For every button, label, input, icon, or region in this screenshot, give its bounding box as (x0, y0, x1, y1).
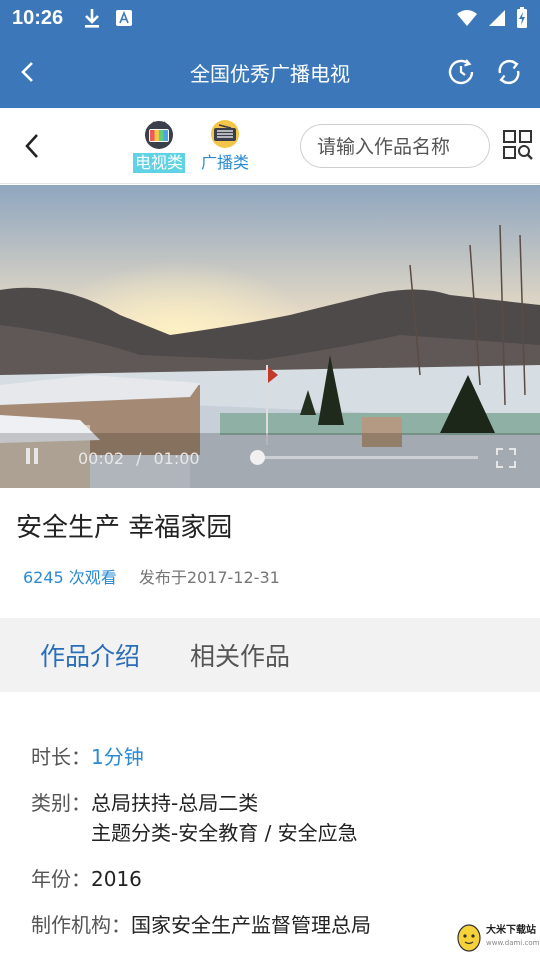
fullscreen-icon (496, 448, 516, 468)
history-button[interactable] (444, 55, 478, 89)
refresh-icon (498, 59, 520, 85)
tab-related-works[interactable]: 相关作品 (190, 637, 290, 673)
category-tv-label: 电视类 (132, 152, 185, 173)
status-time: 10:26 (12, 6, 64, 29)
detail-tabs: 作品介绍 相关作品 (0, 618, 540, 692)
video-controls: 00:02 / 01:00 (0, 428, 540, 488)
search-placeholder: 请输入作品名称 (317, 136, 451, 158)
grid-search-icon (503, 129, 533, 160)
watermark-main-text: 大米下载站 (486, 925, 536, 936)
watermark-sub-text: www.dami.com (486, 939, 540, 947)
tv-icon (145, 120, 173, 149)
category-radio-tab[interactable]: 广播类 (194, 119, 256, 173)
wifi-icon (457, 10, 477, 26)
detail-category-key: 类别： (31, 791, 91, 815)
view-count: 6245 次观看 (23, 568, 117, 587)
publish-date: 发布于2017-12-31 (138, 568, 280, 587)
time-separator: / (136, 448, 142, 468)
download-icon (85, 9, 100, 28)
refresh-button[interactable] (492, 55, 526, 89)
nav-back-button[interactable] (0, 108, 64, 184)
category-tv-tab[interactable]: 电视类 (128, 119, 190, 173)
radio-icon (211, 119, 239, 148)
back-button[interactable] (0, 36, 56, 108)
detail-year-value: 2016 (91, 867, 142, 891)
back-arrow-icon (21, 62, 33, 82)
signal-icon (489, 10, 505, 26)
duration-time: 01:00 (153, 448, 200, 468)
category-radio-label: 广播类 (200, 152, 249, 172)
seek-thumb[interactable] (250, 450, 265, 465)
detail-duration-key: 时长： (31, 745, 91, 769)
category-nav: 电视类 广播类 请输入作品名称 (0, 108, 540, 184)
detail-duration-row: 时长： 1分钟 (31, 742, 371, 772)
detail-category-line1: 总局扶持-总局二类 (91, 791, 259, 815)
video-player[interactable]: 00:02 / 01:00 (0, 185, 540, 488)
tab-introduction[interactable]: 作品介绍 (40, 637, 140, 673)
history-icon (448, 59, 474, 85)
detail-category-row: 类别： 总局扶持-总局二类 主题分类-安全教育 / 安全应急 (31, 788, 371, 848)
keyboard-a-icon (116, 10, 133, 26)
work-details: 时长： 1分钟 类别： 总局扶持-总局二类 主题分类-安全教育 / 安全应急 年… (31, 742, 371, 940)
grid-search-button[interactable] (502, 129, 536, 163)
detail-year-key: 年份： (31, 867, 91, 891)
work-title: 安全生产 幸福家园 (16, 513, 233, 543)
detail-producer-row: 制作机构： 国家安全生产监督管理总局 (31, 910, 371, 940)
detail-duration-value: 1分钟 (91, 745, 144, 769)
watermark-logo-icon (457, 924, 481, 952)
current-time: 00:02 (78, 448, 125, 468)
search-input[interactable]: 请输入作品名称 (300, 123, 490, 168)
status-bar: 10:26 (0, 0, 540, 36)
detail-year-row: 年份： 2016 (31, 864, 371, 894)
pause-button[interactable] (24, 447, 40, 469)
fullscreen-button[interactable] (496, 448, 516, 468)
watermark: 大米下载站 www.dami.com (456, 922, 539, 952)
chevron-left-icon (25, 133, 38, 158)
app-bar: 全国优秀广播电视 (0, 36, 540, 108)
pause-icon (26, 448, 38, 464)
battery-charging-icon (517, 7, 527, 28)
detail-category-line2: 主题分类-安全教育 / 安全应急 (91, 821, 358, 845)
work-meta: 6245 次观看 发布于2017-12-31 (23, 564, 280, 588)
detail-producer-value: 国家安全生产监督管理总局 (131, 913, 371, 937)
detail-producer-key: 制作机构： (31, 913, 131, 937)
seek-bar[interactable] (258, 456, 478, 459)
